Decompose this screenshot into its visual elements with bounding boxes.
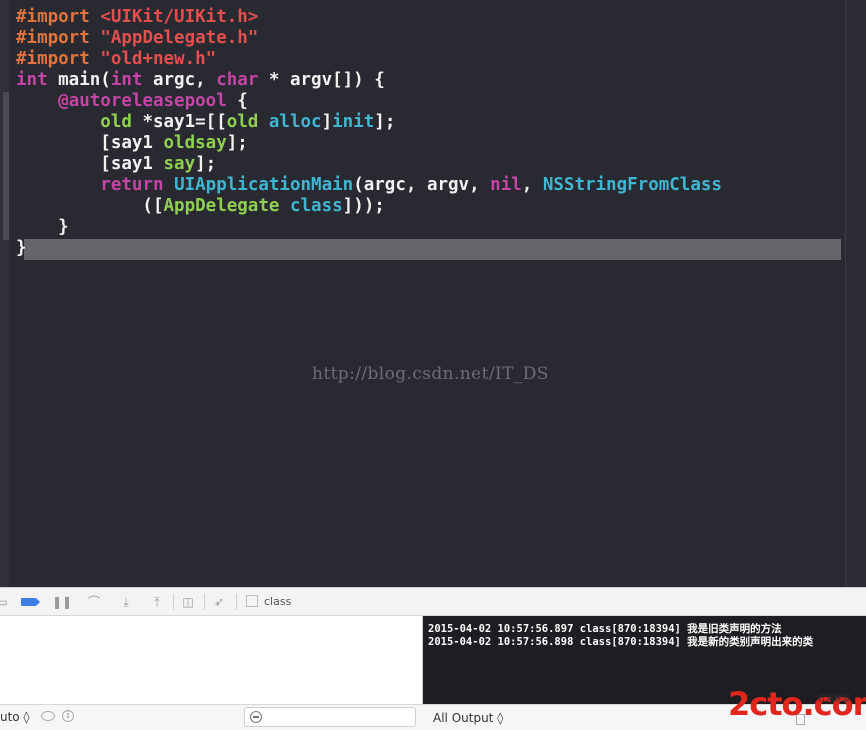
code-line[interactable]: int main(int argc, char * argv[]) { bbox=[16, 70, 722, 91]
step-over-icon[interactable]: ⌒ bbox=[86, 594, 102, 610]
code-line[interactable]: [say1 say]; bbox=[16, 154, 722, 175]
code-token: <UIKit/UIKit.h> bbox=[100, 7, 259, 27]
code-line[interactable]: } bbox=[16, 217, 722, 238]
code-token: int bbox=[110, 70, 143, 90]
code-token: class bbox=[289, 196, 343, 216]
change-indicator bbox=[3, 92, 9, 240]
code-token: } bbox=[16, 238, 27, 258]
code-line[interactable]: ([AppDelegate class])); bbox=[16, 196, 722, 217]
watermark-text: http://blog.csdn.net/IT_DS bbox=[312, 364, 549, 384]
code-editor[interactable]: #import <UIKit/UIKit.h> #import "AppDeleg… bbox=[0, 0, 866, 587]
code-line[interactable]: [say1 oldsay]; bbox=[16, 133, 722, 154]
code-token: alloc bbox=[268, 112, 322, 132]
step-out-icon[interactable]: ⤒ bbox=[149, 594, 165, 610]
step-into-icon[interactable]: ⤓ bbox=[118, 594, 134, 610]
code-token: { bbox=[226, 91, 248, 111]
eye-icon[interactable] bbox=[41, 711, 55, 721]
code-line[interactable]: #import "old+new.h" bbox=[16, 49, 722, 70]
code-token: UIApplicationMain bbox=[174, 175, 354, 195]
code-token: ])); bbox=[342, 196, 385, 216]
code-token: ]; bbox=[195, 154, 217, 174]
code-token: @autoreleasepool bbox=[58, 91, 227, 111]
source-code[interactable]: #import <UIKit/UIKit.h> #import "AppDeleg… bbox=[16, 7, 722, 259]
code-token: int bbox=[16, 70, 48, 90]
code-token: ]; bbox=[374, 112, 396, 132]
code-token: argc, bbox=[142, 70, 217, 90]
info-icon[interactable]: i bbox=[62, 710, 74, 722]
code-line[interactable]: return UIApplicationMain(argc, argv, nil… bbox=[16, 175, 722, 196]
breakpoint-toggle-icon[interactable] bbox=[21, 598, 40, 606]
filter-icon bbox=[250, 711, 262, 723]
code-token: #import bbox=[16, 49, 101, 69]
code-line[interactable]: @autoreleasepool { bbox=[16, 91, 722, 112]
code-line[interactable]: #import "AppDelegate.h" bbox=[16, 28, 722, 49]
code-token: } bbox=[16, 217, 69, 237]
code-token: oldsay bbox=[163, 133, 227, 153]
code-token: AppDelegate bbox=[163, 196, 280, 216]
code-line[interactable]: old *say1=[[old alloc]init]; bbox=[16, 112, 722, 133]
toolbar-divider bbox=[173, 594, 174, 610]
code-line[interactable]: #import <UIKit/UIKit.h> bbox=[16, 7, 722, 28]
show-hide-debug-area-icon[interactable]: ▭ bbox=[0, 594, 10, 610]
code-token: #import bbox=[16, 7, 101, 27]
code-token: , bbox=[521, 175, 543, 195]
toolbar-divider bbox=[204, 594, 205, 610]
pause-continue-icon[interactable]: ❚❚ bbox=[52, 594, 72, 610]
code-token: char bbox=[216, 70, 259, 90]
code-token: nil bbox=[490, 175, 522, 195]
code-token: [say1 bbox=[16, 154, 164, 174]
code-token: *say1=[[ bbox=[131, 112, 227, 132]
output-filter-select[interactable]: All Output ◊ bbox=[433, 711, 503, 725]
variables-footer: uto ◊ i bbox=[0, 704, 423, 730]
code-line[interactable]: } bbox=[16, 238, 722, 259]
toolbar-divider bbox=[236, 594, 237, 610]
editor-scrollbar-track[interactable] bbox=[845, 0, 866, 587]
editor-gutter bbox=[0, 0, 9, 587]
variables-scope-select[interactable]: uto ◊ bbox=[0, 710, 29, 724]
process-icon[interactable] bbox=[246, 595, 258, 607]
variables-filter-input[interactable] bbox=[244, 707, 416, 727]
code-token: #import bbox=[16, 28, 101, 48]
code-token: main( bbox=[47, 70, 111, 90]
code-token: ]; bbox=[226, 133, 248, 153]
code-token: old bbox=[100, 112, 132, 132]
code-token: init bbox=[332, 112, 375, 132]
console-line: 2015-04-02 10:57:56.898 class[870:18394]… bbox=[428, 636, 814, 648]
logo-text: 2cto.com bbox=[728, 685, 866, 723]
code-token: old bbox=[226, 112, 259, 132]
code-token: return bbox=[100, 175, 164, 195]
code-token: NSStringFromClass bbox=[542, 175, 722, 195]
code-token: ([ bbox=[16, 196, 164, 216]
code-token: * argv[]) { bbox=[258, 70, 385, 90]
site-logo: 2cto.com 红黑联盟 bbox=[726, 684, 866, 730]
code-token: (argc, argv, bbox=[353, 175, 491, 195]
code-token: "old+new.h" bbox=[100, 49, 217, 69]
code-token: ] bbox=[321, 112, 333, 132]
code-token: [say1 bbox=[16, 133, 164, 153]
simulate-location-icon[interactable]: ➶ bbox=[211, 594, 227, 610]
view-hierarchy-icon[interactable]: ◫ bbox=[180, 594, 196, 610]
logo-subtext: 红黑联盟 bbox=[818, 694, 850, 703]
code-token: say bbox=[163, 154, 196, 174]
process-label[interactable]: class bbox=[264, 595, 291, 608]
debug-toolbar: ▭ ❚❚ ⌒ ⤓ ⤒ ◫ ➶ class bbox=[0, 587, 866, 616]
code-token: "AppDelegate.h" bbox=[100, 28, 259, 48]
